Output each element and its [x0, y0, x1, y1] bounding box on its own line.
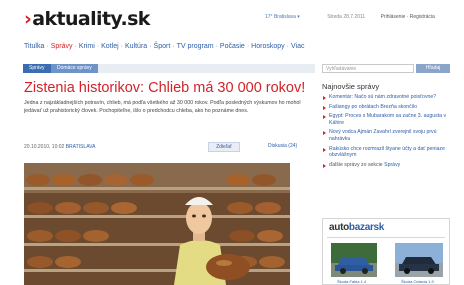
nav-separator: ·	[74, 43, 77, 50]
article-title: Zistenia historikov: Chlieb má 30 000 ro…	[24, 80, 306, 96]
article-date: 20.10.2010, 10:02	[24, 144, 65, 150]
news-item[interactable]: Nový vodca Ajmán Zavahrí zverejnil svoju…	[322, 129, 452, 142]
nav-separator: ·	[246, 43, 250, 50]
autobazar-widget: autobazarsk Škoda Fabia 1.4 Škoda Octavi…	[322, 218, 450, 285]
article-location[interactable]: BRATISLAVA	[66, 144, 96, 150]
nav-separator: ·	[149, 43, 152, 50]
nav-item-pocasie[interactable]: Počasie	[220, 43, 245, 50]
autobazar-logo[interactable]: autobazarsk	[329, 222, 384, 233]
autobazar-logo-part-bazar: bazarsk	[348, 222, 385, 233]
share-button[interactable]: Zdieľať	[208, 142, 240, 152]
car-caption[interactable]: Škoda Fabia 1.4	[337, 279, 366, 284]
baker-with-bread-image	[24, 163, 290, 285]
nav-item-sport[interactable]: Šport	[154, 43, 171, 50]
car-photo[interactable]	[395, 243, 443, 277]
car-caption[interactable]: Škoda Octavia 1.9	[401, 279, 434, 284]
nav-item-kultura[interactable]: Kultúra	[125, 43, 147, 50]
search-button[interactable]: Hľadaj	[416, 64, 450, 73]
main-nav: Titulka · Správy · Krimi · Kotlej · Kultúra · Špor…	[24, 43, 304, 50]
nav-separator: ·	[46, 43, 49, 50]
car-image	[331, 243, 377, 277]
logo-text: aktuality.sk	[32, 8, 150, 30]
divider	[327, 237, 445, 238]
page: ›aktuality.sk 17° Bratislava ▾ Streda 28…	[0, 0, 464, 285]
nav-item-krimi[interactable]: Krimi	[79, 43, 95, 50]
article-photo	[24, 163, 290, 285]
nav-separator: ·	[286, 43, 289, 50]
news-item[interactable]: Rakúsko chce rozmrazil štyane účty a dať…	[322, 146, 452, 159]
more-news-prefix: ďalšie správy zo sekcie	[329, 161, 383, 168]
nav-item-viac[interactable]: Viac	[291, 43, 305, 50]
nav-item-spravy[interactable]: Správy	[51, 43, 73, 50]
search-input[interactable]: Vyhľadávanie	[322, 64, 414, 73]
nav-item-horoskopy[interactable]: Horoskopy	[251, 43, 284, 50]
weather-location[interactable]: 17° Bratislava ▾	[265, 14, 300, 20]
car-photo[interactable]	[331, 243, 377, 277]
nav-item-kotlej[interactable]: Kotlej	[101, 43, 119, 50]
nav-separator: ·	[120, 43, 123, 50]
breadcrumb-item-spravy[interactable]: Správy	[23, 64, 51, 73]
current-date: Streda 28.7.2011	[327, 14, 366, 20]
breadcrumb-item-domace-spravy[interactable]: Domáce správy	[51, 64, 98, 73]
breadcrumb: Správy Domáce správy	[23, 64, 315, 73]
latest-news-list: Komentár: Načo sú nám zdravotné poisťovn…	[322, 94, 452, 171]
nav-item-tv-program[interactable]: TV program	[177, 43, 214, 50]
article-lead: Jedna z najzákladnejších potravín, chlie…	[24, 100, 301, 114]
login-register-link[interactable]: Prihlásenie · Registrácia	[381, 14, 435, 20]
more-news-item: ďalšie správy zo sekcie Správy	[322, 162, 452, 169]
nav-separator: ·	[96, 43, 100, 50]
news-item[interactable]: Egypt: Proces s Mubarakom sa začne 3. au…	[322, 113, 452, 126]
news-item[interactable]: Komentár: Načo sú nám zdravotné poisťovn…	[322, 94, 452, 101]
nav-separator: ·	[172, 43, 175, 50]
site-logo[interactable]: ›aktuality.sk	[24, 8, 150, 30]
more-news-link[interactable]: Správy	[384, 162, 400, 168]
car-image	[395, 243, 443, 277]
nav-item-titulka[interactable]: Titulka	[24, 43, 44, 50]
latest-news-title: Najnovšie správy	[322, 82, 380, 91]
autobazar-logo-part-auto: auto	[329, 222, 349, 233]
top-bar: 17° Bratislava ▾ Streda 28.7.2011 Prihlá…	[265, 14, 435, 20]
logo-chevron-icon: ›	[24, 8, 32, 30]
nav-separator: ·	[215, 43, 218, 50]
discussion-link[interactable]: Diskusia (24)	[268, 143, 297, 149]
news-item[interactable]: Fašiangy po obrátach Brezňa skončilo	[322, 104, 452, 111]
